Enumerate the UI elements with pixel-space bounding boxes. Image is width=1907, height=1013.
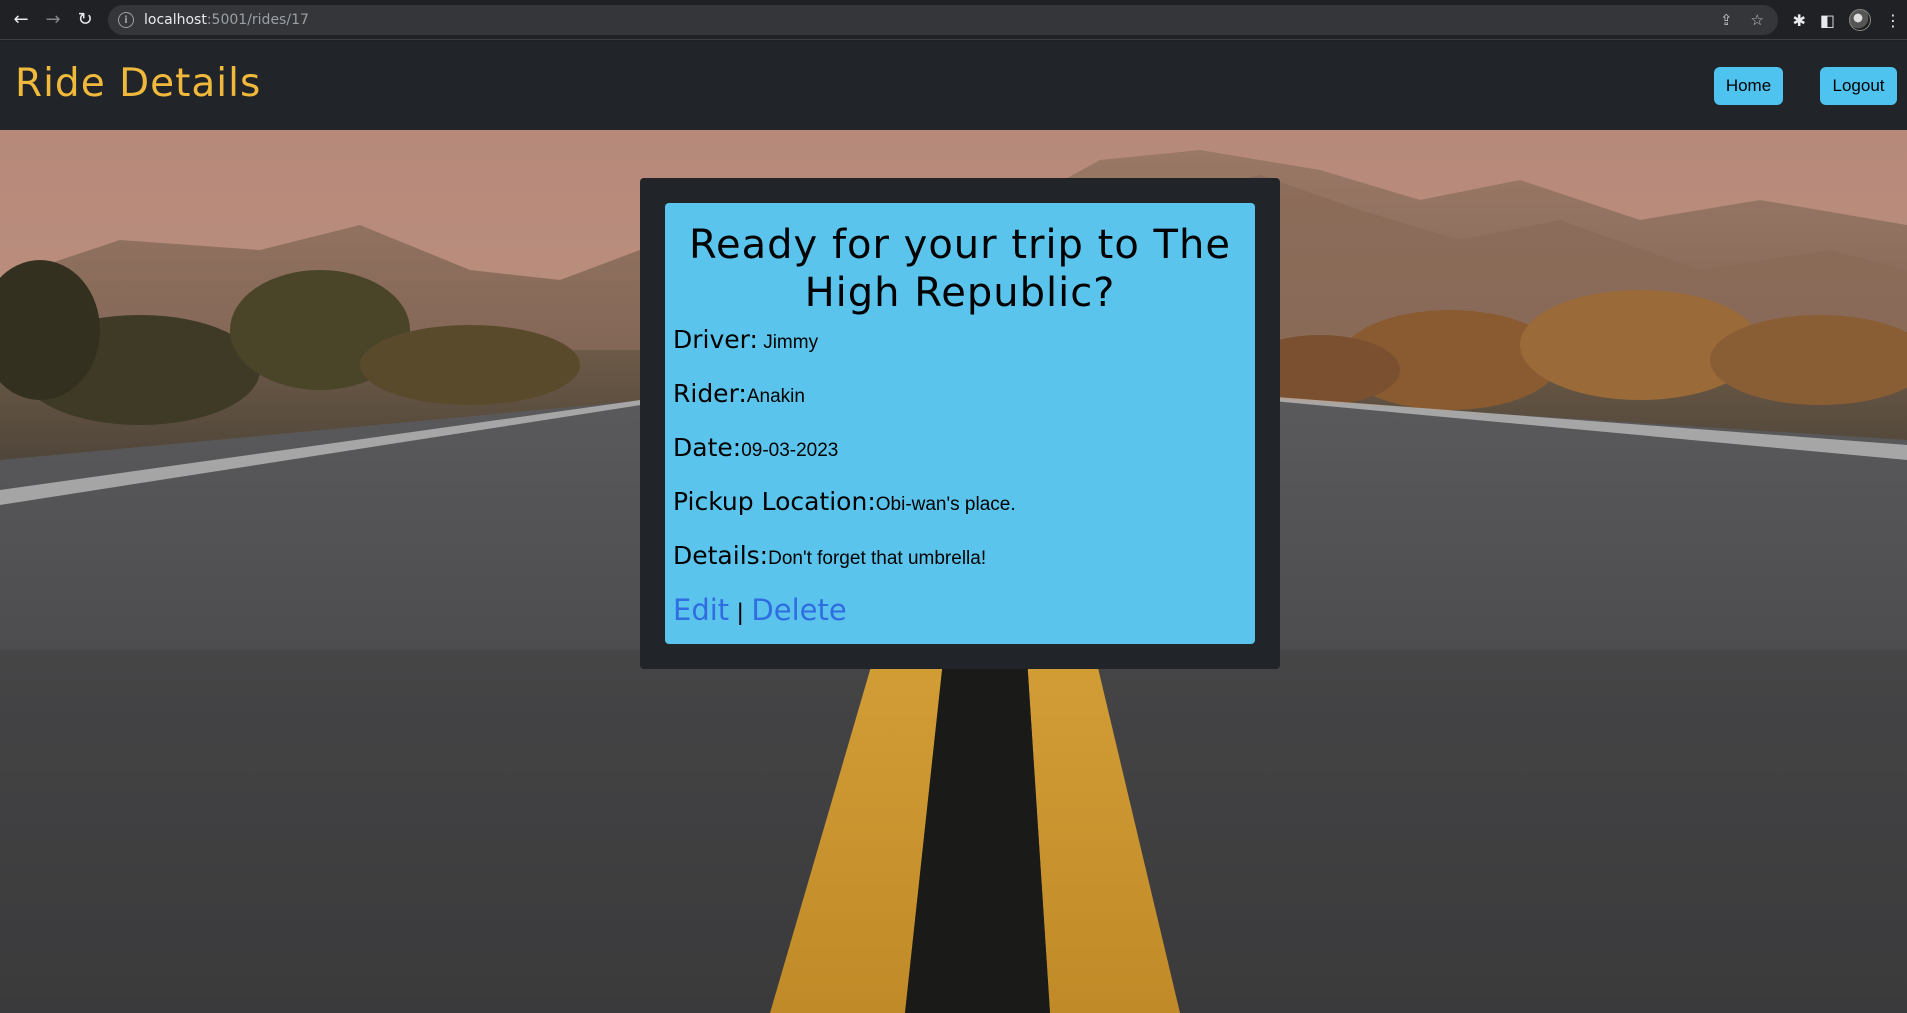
details-value: Don't forget that umbrella! xyxy=(768,548,987,569)
bookmark-star-icon[interactable]: ☆ xyxy=(1751,11,1764,29)
rider-label: Rider: xyxy=(673,379,747,408)
driver-label: Driver: xyxy=(673,325,758,354)
url-path: :5001/rides/17 xyxy=(206,12,309,28)
delete-link[interactable]: Delete xyxy=(751,593,846,627)
share-icon[interactable]: ⇪ xyxy=(1720,11,1733,29)
driver-value: Jimmy xyxy=(757,332,819,353)
logout-button[interactable]: Logout xyxy=(1820,67,1897,105)
site-header: Ride Details Home Logout xyxy=(0,41,1907,130)
menu-kebab-icon[interactable]: ⋮ xyxy=(1885,11,1901,30)
rider-value: Anakin xyxy=(746,386,805,407)
back-arrow-icon[interactable]: ← xyxy=(6,5,36,35)
address-bar[interactable]: i localhost:5001/rides/17 ⇪ ☆ xyxy=(108,5,1778,35)
ride-card-container: Ready for your trip to The High Republic… xyxy=(640,178,1280,669)
extensions-icon[interactable]: ✱ xyxy=(1792,11,1805,30)
ride-actions: Edit | Delete xyxy=(673,593,1247,627)
rider-row: Rider: Anakin xyxy=(673,379,1247,417)
pickup-location-row: Pickup Location: Obi-wan's place. xyxy=(673,487,1247,525)
browser-toolbar: ← → ↻ i localhost:5001/rides/17 ⇪ ☆ ✱ ◧ … xyxy=(0,0,1907,40)
details-label: Details: xyxy=(673,541,769,570)
pickup-location-value: Obi-wan's place. xyxy=(875,494,1016,515)
forward-arrow-icon[interactable]: → xyxy=(38,5,68,35)
driver-row: Driver: Jimmy xyxy=(673,325,1247,363)
date-label: Date: xyxy=(673,433,742,462)
site-info-icon[interactable]: i xyxy=(118,12,134,28)
reload-icon[interactable]: ↻ xyxy=(70,5,100,35)
date-row: Date: 09-03-2023 xyxy=(673,433,1247,471)
side-panel-icon[interactable]: ◧ xyxy=(1820,11,1835,30)
pickup-location-label: Pickup Location: xyxy=(673,487,876,516)
action-separator: | xyxy=(737,599,744,626)
url-text[interactable]: localhost:5001/rides/17 xyxy=(144,12,309,28)
ride-card: Ready for your trip to The High Republic… xyxy=(665,203,1255,644)
date-value: 09-03-2023 xyxy=(741,440,839,461)
profile-avatar[interactable] xyxy=(1849,9,1871,31)
edit-link[interactable]: Edit xyxy=(673,593,729,627)
page-title: Ride Details xyxy=(15,61,262,106)
url-host: localhost xyxy=(144,12,207,28)
home-button[interactable]: Home xyxy=(1714,67,1783,105)
details-row: Details: Don't forget that umbrella! xyxy=(673,541,1247,579)
ride-heading: Ready for your trip to The High Republic… xyxy=(689,222,1231,316)
